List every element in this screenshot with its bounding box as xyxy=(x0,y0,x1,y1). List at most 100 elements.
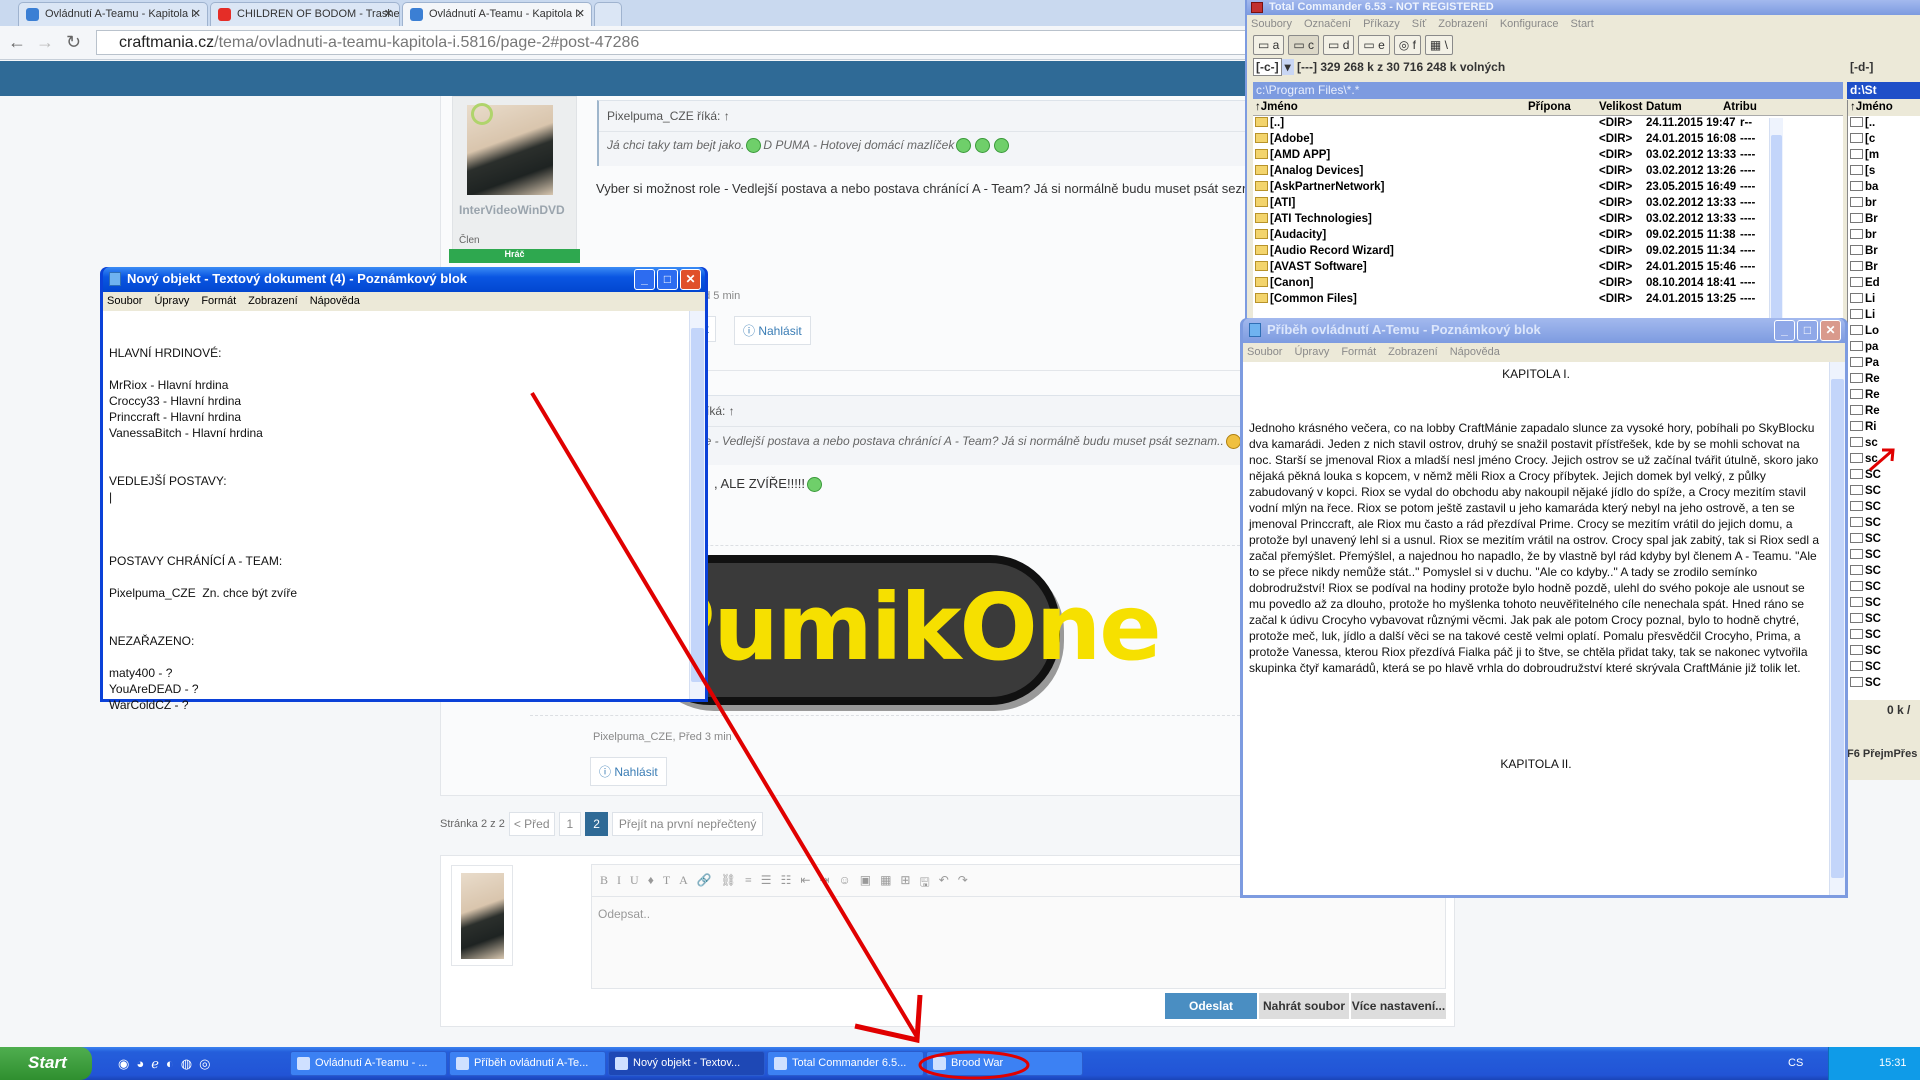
file-row[interactable]: sc xyxy=(1848,452,1920,468)
editor-tool-icon[interactable]: ⛓ xyxy=(721,873,736,888)
menu-soubor[interactable]: Soubor xyxy=(107,295,142,308)
drive-select[interactable]: [-c-] xyxy=(1253,58,1282,76)
file-row[interactable]: br xyxy=(1848,196,1920,212)
menu-item[interactable]: Označení xyxy=(1304,18,1351,31)
editor-tool-icon[interactable]: 🖫 xyxy=(919,873,929,889)
file-row[interactable]: Ed xyxy=(1848,276,1920,292)
reload-icon[interactable]: ↻ xyxy=(66,32,81,53)
editor-tool-icon[interactable]: A xyxy=(679,873,688,888)
drive-button[interactable]: ▭ c xyxy=(1288,35,1320,55)
editor-tool-icon[interactable]: ☷ xyxy=(781,873,792,888)
address-bar[interactable]: craftmania.cz/tema/ovladnuti-a-teamu-kap… xyxy=(96,30,1246,55)
browser-tab[interactable]: CHILDREN OF BODOM - Trashed ✕ xyxy=(210,2,400,26)
taskbar-item-brood-war[interactable]: Brood War xyxy=(926,1051,1083,1076)
file-row[interactable]: [Audacity] <DIR> 09.02.2015 11:38 ---- xyxy=(1253,228,1843,244)
menu-item[interactable]: Soubory xyxy=(1251,18,1292,31)
menu-soubor[interactable]: Soubor xyxy=(1247,346,1282,359)
file-row[interactable]: SC xyxy=(1848,628,1920,644)
right-path[interactable]: d:\St xyxy=(1847,82,1920,99)
browser-tab-active[interactable]: Ovládnutí A-Teamu - Kapitola I. ✕ xyxy=(402,2,592,26)
taskbar-item[interactable]: Ovládnutí A-Teamu - ... xyxy=(290,1051,447,1076)
drive-button[interactable]: ▭ a xyxy=(1253,35,1285,55)
file-row[interactable]: Li xyxy=(1848,292,1920,308)
editor-tool-icon[interactable]: 🔗 xyxy=(697,873,712,888)
editor-tool-icon[interactable]: U xyxy=(630,873,639,888)
close-tab-icon[interactable]: ✕ xyxy=(384,7,393,20)
maximize-button[interactable]: □ xyxy=(657,269,678,290)
right-drive[interactable]: [-d-] xyxy=(1850,60,1915,78)
file-row[interactable]: br xyxy=(1848,228,1920,244)
editor-tool-icon[interactable]: ▦ xyxy=(880,873,891,888)
column-name[interactable]: ↑Jméno xyxy=(1850,101,1893,113)
file-row[interactable]: [Audio Record Wizard] <DIR> 09.02.2015 11:… xyxy=(1253,244,1843,260)
menu-item[interactable]: Start xyxy=(1571,18,1594,31)
app-icon[interactable]: ◐ xyxy=(166,1056,174,1072)
current-path[interactable]: c:\Program Files\*.* xyxy=(1253,82,1843,99)
menu-napoveda[interactable]: Nápověda xyxy=(1450,346,1500,359)
file-row[interactable]: Re xyxy=(1848,372,1920,388)
file-row[interactable]: Re xyxy=(1848,388,1920,404)
minimize-button[interactable]: _ xyxy=(634,269,655,290)
file-row[interactable]: SC xyxy=(1848,468,1920,484)
column-name[interactable]: ↑Jméno xyxy=(1255,101,1298,113)
start-button[interactable]: Start xyxy=(0,1047,92,1080)
editor-tool-icon[interactable]: B xyxy=(600,873,608,888)
file-row[interactable]: Li xyxy=(1848,308,1920,324)
ie-icon[interactable]: ℯ xyxy=(151,1056,159,1072)
file-row[interactable]: [m xyxy=(1848,148,1920,164)
file-row[interactable]: SC xyxy=(1848,564,1920,580)
maximize-button[interactable]: □ xyxy=(1797,320,1818,341)
menu-item[interactable]: Síť xyxy=(1412,18,1427,31)
file-row[interactable]: Br xyxy=(1848,244,1920,260)
function-key-f6[interactable]: F6 PřejmPřes xyxy=(1847,748,1917,760)
text-editor[interactable]: KAPITOLA I. Jednoho krásného večera, co … xyxy=(1243,362,1845,895)
file-row[interactable]: Br xyxy=(1848,260,1920,276)
file-row[interactable]: SC xyxy=(1848,644,1920,660)
file-row[interactable]: SC xyxy=(1848,580,1920,596)
editor-tool-icon[interactable]: T xyxy=(663,873,670,888)
app-icon[interactable]: ◍ xyxy=(181,1056,192,1072)
drive-button[interactable]: ▦ \ xyxy=(1424,35,1453,55)
report-button[interactable]: ⓘ Nahlásit xyxy=(590,757,667,786)
file-row[interactable]: [s xyxy=(1848,164,1920,180)
file-row[interactable]: ba xyxy=(1848,180,1920,196)
browser-tab[interactable]: Ovládnutí A-Teamu - Kapitola I. ✕ xyxy=(18,2,208,26)
taskbar-item-active[interactable]: Nový objekt - Textov... xyxy=(608,1051,765,1076)
close-button[interactable]: ✕ xyxy=(680,269,701,290)
file-row[interactable]: [Canon] <DIR> 08.10.2014 18:41 ---- xyxy=(1253,276,1843,292)
file-row[interactable]: SC xyxy=(1848,596,1920,612)
report-button[interactable]: ⓘ Nahlásit xyxy=(734,316,811,345)
new-tab-button[interactable] xyxy=(594,2,622,26)
file-row[interactable]: sc xyxy=(1848,436,1920,452)
file-row[interactable]: [c xyxy=(1848,132,1920,148)
file-row[interactable]: [AskPartnerNetwork] <DIR> 23.05.2015 16:49… xyxy=(1253,180,1843,196)
file-row[interactable]: Re xyxy=(1848,404,1920,420)
menu-upravy[interactable]: Úpravy xyxy=(154,295,189,308)
editor-tool-icon[interactable]: ▣ xyxy=(860,873,871,888)
file-row[interactable]: [.. xyxy=(1848,116,1920,132)
file-row[interactable]: SC xyxy=(1848,660,1920,676)
more-options-button[interactable]: Více nastavení... xyxy=(1351,993,1446,1019)
menu-item[interactable]: Příkazy xyxy=(1363,18,1400,31)
page-link[interactable]: 1 xyxy=(558,812,582,836)
file-row[interactable]: [..] <DIR> 24.11.2015 19:47 r-- xyxy=(1253,116,1843,132)
file-row[interactable]: SC xyxy=(1848,484,1920,500)
editor-tool-icon[interactable]: ♦ xyxy=(648,873,654,888)
file-row[interactable]: SC xyxy=(1848,612,1920,628)
back-icon[interactable]: ← xyxy=(8,32,26,53)
file-row[interactable]: SC xyxy=(1848,516,1920,532)
window-titlebar[interactable]: Příběh ovládnutí A-Temu - Poznámkový blo… xyxy=(1243,318,1845,343)
window-titlebar[interactable]: Total Commander 6.53 - NOT REGISTERED xyxy=(1247,0,1920,15)
column-date[interactable]: Datum xyxy=(1646,101,1682,113)
file-row[interactable]: [ATI] <DIR> 03.02.2012 13:33 ---- xyxy=(1253,196,1843,212)
file-row[interactable]: [Common Files] <DIR> 24.01.2015 13:25 ---- xyxy=(1253,292,1843,308)
minimize-button[interactable]: _ xyxy=(1774,320,1795,341)
taskbar-item[interactable]: Příběh ovládnutí A-Te... xyxy=(449,1051,606,1076)
prev-page-link[interactable]: < Před xyxy=(508,812,555,836)
editor-tool-icon[interactable]: ⇤ xyxy=(800,873,810,888)
file-row[interactable]: SC xyxy=(1848,500,1920,516)
column-size[interactable]: Velikost xyxy=(1599,101,1642,113)
drive-button[interactable]: ◎ f xyxy=(1393,35,1421,55)
send-button[interactable]: Odeslat xyxy=(1165,993,1257,1019)
editor-tool-icon[interactable]: ⇥ xyxy=(819,873,829,888)
